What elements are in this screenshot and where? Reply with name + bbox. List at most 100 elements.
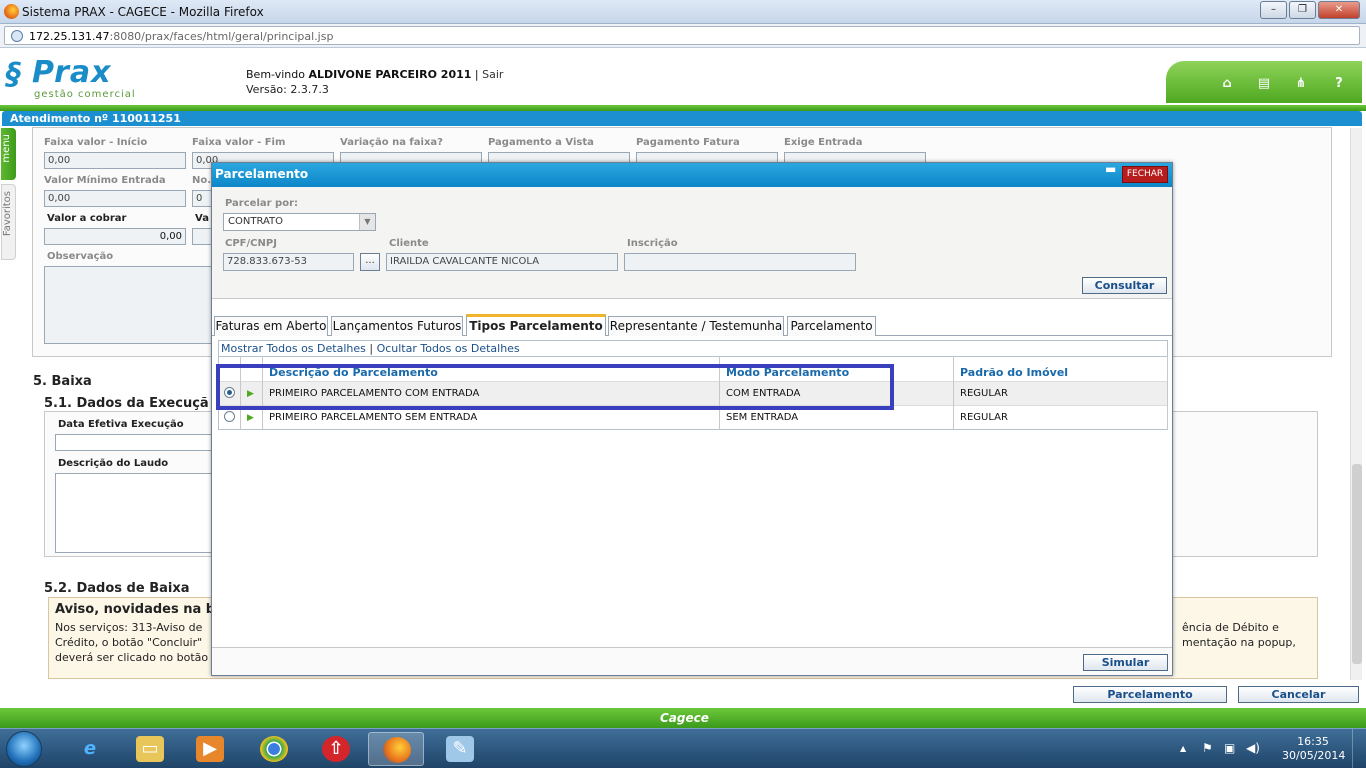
taskbar-ie[interactable]: e	[62, 732, 118, 766]
table-row[interactable]: ▶ PRIMEIRO PARCELAMENTO SEM ENTRADA SEM …	[218, 405, 1168, 430]
taskbar-chrome[interactable]	[246, 732, 302, 766]
exige-entrada-label: Exige Entrada	[784, 137, 863, 148]
valor-minimo-field[interactable]: 0,00	[44, 190, 186, 207]
version-text: Versão: 2.3.7.3	[246, 83, 329, 96]
taskbar-firefox[interactable]	[368, 732, 424, 766]
modal-tabs: Faturas em Aberto Lançamentos Futuros Ti…	[212, 314, 1172, 336]
row-descricao: PRIMEIRO PARCELAMENTO COM ENTRADA	[262, 381, 720, 406]
welcome-line: Bem-vindo ALDIVONE PARCEIRO 2011 | Sair	[246, 68, 504, 81]
cancelar-button[interactable]: Cancelar	[1238, 686, 1359, 703]
modal-title: Parcelamento	[215, 167, 309, 181]
data-efetiva-label: Data Efetiva Execução	[58, 419, 184, 430]
tab-faturas-aberto[interactable]: Faturas em Aberto	[214, 316, 328, 336]
url-field[interactable]: 172.25.131.47:8080/prax/faces/html/geral…	[4, 26, 1360, 45]
taskbar-media[interactable]: ▶	[182, 732, 238, 766]
valor-cobrar-label: Valor a cobrar	[47, 213, 127, 224]
page-scrollbar[interactable]	[1350, 128, 1362, 680]
show-desktop-button[interactable]	[1352, 729, 1366, 768]
inscricao-field[interactable]	[624, 253, 856, 271]
parcelamento-modal: Parcelamento ▬ FECHAR Parcelar por: CONT…	[211, 162, 1173, 676]
row-padrao: REGULAR	[953, 405, 1168, 430]
parcelamento-button[interactable]: Parcelamento	[1073, 686, 1227, 703]
va-field[interactable]	[192, 228, 212, 245]
clock-time: 16:35	[1297, 735, 1329, 748]
notice-line2-right: mentação na popup,	[1182, 636, 1296, 649]
help-icon[interactable]: ?	[1332, 77, 1346, 91]
radio-col-header	[218, 356, 241, 382]
close-window-button[interactable]: ✕	[1318, 1, 1360, 19]
minimize-modal-icon[interactable]: ▬	[1105, 163, 1116, 175]
cliente-label: Cliente	[389, 238, 429, 249]
cpf-field[interactable]: 728.833.673-53	[223, 253, 354, 271]
app-header: § Prax gestão comercial Bem-vindo ALDIVO…	[0, 49, 1366, 105]
flag-icon[interactable]: ⚑	[1202, 741, 1213, 755]
data-efetiva-field[interactable]	[55, 434, 215, 451]
notice-line1: Nos serviços: 313-Aviso de	[55, 621, 203, 634]
restore-window-button[interactable]: ❐	[1289, 1, 1316, 19]
logout-link[interactable]: Sair	[482, 68, 503, 81]
volume-icon[interactable]: ◀)	[1246, 741, 1260, 755]
taskbar-clock[interactable]: 16:35 30/05/2014	[1282, 735, 1345, 763]
observacao-field[interactable]	[44, 266, 212, 344]
faixa-inicio-field[interactable]: 0,00	[44, 152, 186, 169]
padrao-col-header[interactable]: Padrão do Imóvel	[953, 356, 1168, 382]
row-radio-selected[interactable]	[224, 386, 235, 398]
chrome-icon	[260, 736, 288, 762]
pag-vista-label: Pagamento a Vista	[488, 137, 594, 148]
va-label: Va	[195, 213, 209, 224]
side-menu-tab[interactable]: menu	[1, 128, 16, 180]
row-modo: SEM ENTRADA	[719, 405, 954, 430]
table-row[interactable]: ▶ PRIMEIRO PARCELAMENTO COM ENTRADA COM …	[218, 381, 1168, 406]
start-button[interactable]	[6, 731, 42, 767]
hide-all-details-link[interactable]: Ocultar Todos os Detalhes	[377, 342, 520, 355]
modal-footer: Simular	[212, 647, 1172, 675]
notice-line2: Crédito, o botão "Concluir"	[55, 636, 203, 649]
taskbar-explorer[interactable]: ▭	[122, 732, 178, 766]
dados-baixa-title: 5.2. Dados de Baixa	[44, 581, 190, 596]
cpf-lookup-button[interactable]: ...	[360, 253, 380, 271]
notice-title: Aviso, novidades na b	[55, 602, 216, 617]
show-all-details-link[interactable]: Mostrar Todos os Detalhes	[221, 342, 366, 355]
app-red-icon: ⇧	[322, 736, 350, 762]
tab-parcelamento[interactable]: Parcelamento	[787, 316, 876, 336]
parcelar-por-select[interactable]: CONTRATO ▼	[223, 213, 376, 231]
no-field[interactable]: 0	[192, 190, 212, 207]
minimize-window-button[interactable]: –	[1260, 1, 1287, 19]
tab-lancamentos-futuros[interactable]: Lançamentos Futuros	[331, 316, 463, 336]
taskbar-notepad[interactable]: ✎	[432, 732, 488, 766]
home-icon[interactable]: ⌂	[1220, 77, 1234, 91]
modal-close-button[interactable]: FECHAR	[1122, 166, 1168, 183]
logo-subtitle: gestão comercial	[34, 89, 136, 100]
modal-header: Parcelamento	[212, 163, 1172, 187]
print-icon[interactable]: ▤	[1257, 77, 1271, 91]
side-favoritos-tab[interactable]: Favoritos	[1, 184, 16, 260]
taskbar-app[interactable]: ⇧	[308, 732, 364, 766]
tab-tipos-parcelamento[interactable]: Tipos Parcelamento	[466, 314, 606, 336]
parcelar-por-label: Parcelar por:	[225, 198, 298, 209]
valor-minimo-label: Valor Mínimo Entrada	[44, 175, 166, 186]
baixa-section-title: 5. Baixa	[33, 374, 92, 389]
pag-fatura-label: Pagamento Fatura	[636, 137, 740, 148]
descricao-laudo-label: Descrição do Laudo	[58, 458, 169, 469]
tab-representante[interactable]: Representante / Testemunha	[608, 316, 784, 336]
modal-search-area: Parcelar por: CONTRATO ▼ CPF/CNPJ 728.83…	[212, 187, 1172, 299]
descricao-col-header[interactable]: Descrição do Parcelamento	[262, 356, 720, 382]
row-padrao: REGULAR	[953, 381, 1168, 406]
valor-cobrar-field[interactable]: 0,00	[44, 228, 186, 245]
expand-arrow-icon[interactable]: ▶	[247, 413, 254, 423]
simular-button[interactable]: Simular	[1083, 654, 1168, 671]
ie-icon: e	[83, 738, 97, 759]
row-radio[interactable]	[224, 410, 235, 422]
sitemap-icon[interactable]: ⋔	[1294, 77, 1308, 91]
network-icon[interactable]: ▣	[1224, 741, 1235, 755]
bottom-actions: Parcelamento Cancelar	[0, 684, 1366, 708]
scroll-thumb[interactable]	[1352, 464, 1362, 664]
cliente-field[interactable]: IRAILDA CAVALCANTE NICOLA	[386, 253, 618, 271]
expand-arrow-icon[interactable]: ▶	[247, 389, 254, 399]
window-titlebar: Sistema PRAX - CAGECE - Mozilla Firefox …	[0, 0, 1366, 24]
tray-expand-icon[interactable]: ▲	[1180, 744, 1186, 753]
descricao-laudo-field[interactable]	[55, 473, 215, 553]
consultar-button[interactable]: Consultar	[1082, 277, 1167, 294]
modo-col-header[interactable]: Modo Parcelamento	[719, 356, 954, 382]
table-header-row: Descrição do Parcelamento Modo Parcelame…	[218, 356, 1168, 382]
